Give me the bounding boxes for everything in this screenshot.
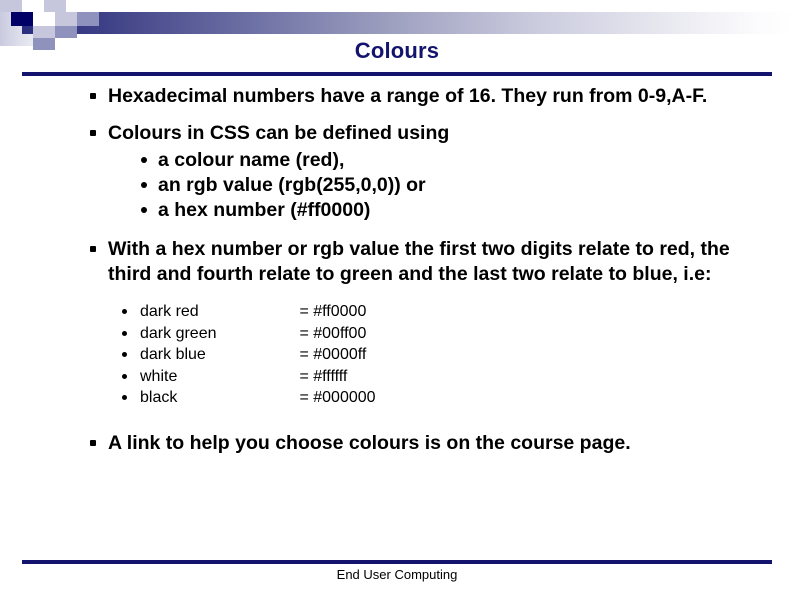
colour-name: black (140, 389, 178, 406)
colour-value: = #ff0000 (299, 303, 367, 320)
colour-table-row: dark green = #00ff00 (0, 323, 794, 345)
colour-table-row: white = #ffffff (0, 366, 794, 388)
slide-content: Hexadecimal numbers have a range of 16. … (0, 84, 794, 468)
sub-bullet-item: a hex number (#ff0000) (0, 198, 794, 223)
bullet-marker-icon (141, 157, 147, 163)
bullet-text: Hexadecimal numbers have a range of 16. … (108, 85, 708, 107)
colour-value: = #00ff00 (299, 324, 367, 342)
colour-table: dark red = #ff0000 dark green = #00ff00 … (0, 301, 794, 409)
footer-divider (22, 560, 772, 564)
bullet-text: a hex number (#ff0000) (158, 199, 371, 221)
bullet-marker-icon (141, 182, 147, 188)
bullet-text: With a hex number or rgb value the first… (108, 238, 730, 285)
bullet-text: a colour name (red), (158, 149, 345, 171)
bullet-marker-icon (122, 330, 127, 336)
bullet-text: Colours in CSS can be defined using (108, 122, 450, 144)
bullet-marker-icon (141, 207, 147, 213)
bullet-marker-icon (122, 352, 127, 357)
bullet-marker-icon (122, 395, 127, 400)
title-divider (22, 72, 772, 76)
deco-square-5 (55, 12, 77, 26)
bullet-marker-icon (122, 373, 127, 379)
deco-square-3 (22, 0, 44, 12)
bullet-item: With a hex number or rgb value the first… (0, 237, 794, 287)
deco-square-2 (44, 0, 66, 12)
bullet-marker-icon (90, 246, 96, 252)
bullet-marker-icon (90, 93, 96, 99)
deco-square-navy (11, 12, 33, 26)
deco-square-6 (77, 12, 99, 26)
sub-bullet-item: a colour name (red), (0, 148, 794, 173)
colour-name: dark green (140, 324, 217, 342)
bullet-item: Hexadecimal numbers have a range of 16. … (0, 84, 794, 109)
colour-value: = #000000 (299, 389, 376, 406)
footer-label: End User Computing (336, 567, 458, 582)
sub-bullet-item: an rgb value (rgb(255,0,0)) or (0, 173, 794, 198)
deco-square-8 (55, 26, 77, 38)
bullet-marker-icon (90, 439, 96, 446)
colour-value: = #0000ff (299, 346, 367, 363)
header-gradient-bar (22, 12, 794, 34)
bullet-item: Colours in CSS can be defined using (0, 121, 794, 146)
slide-title: Colours (354, 38, 440, 63)
bullet-text: A link to help you choose colours is on … (108, 431, 631, 454)
colour-table-row: dark red = #ff0000 (0, 301, 794, 323)
deco-square-4 (33, 12, 55, 26)
colour-name: dark blue (140, 346, 206, 363)
deco-square-1 (0, 0, 22, 12)
deco-square-7 (33, 26, 55, 38)
bullet-text: an rgb value (rgb(255,0,0)) or (158, 174, 426, 196)
colour-value: = #ffffff (299, 367, 348, 385)
colour-name: white (140, 367, 178, 385)
bullet-item: A link to help you choose colours is on … (0, 431, 794, 456)
colour-name: dark red (140, 303, 199, 320)
bullet-marker-icon (122, 309, 127, 314)
colour-table-row: black = #000000 (0, 387, 794, 409)
bullet-marker-icon (90, 130, 96, 136)
colour-table-row: dark blue = #0000ff (0, 344, 794, 366)
